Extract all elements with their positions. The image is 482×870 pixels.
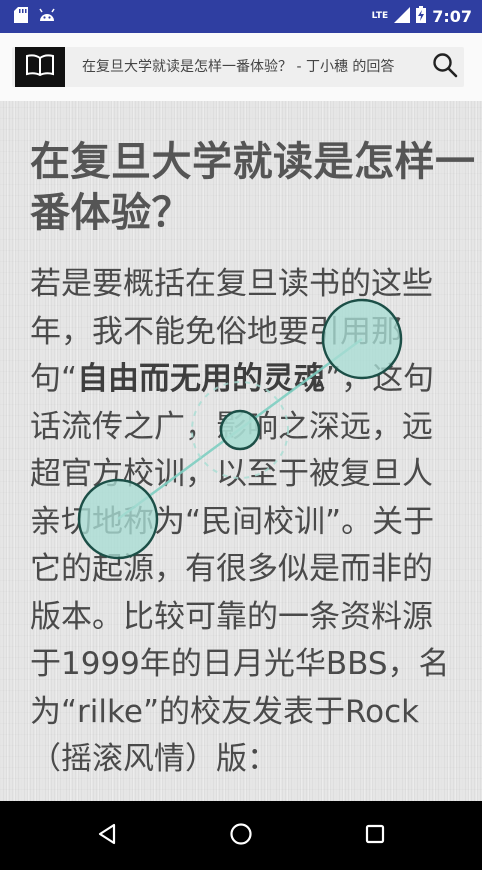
article-content[interactable]: 在复旦大学就读是怎样一番体验？ 若是要概括在复旦读书的这些年，我不能免俗地要引用… (0, 101, 482, 801)
status-bar: LTE 7:07 (0, 0, 482, 33)
signal-icon (394, 6, 411, 27)
device-screen: LTE 7:07 在复旦大学就读是怎样一番体验？ - 丁小穗 的回答 在复旦大学… (0, 0, 482, 870)
article-title: 在复旦大学就读是怎样一番体验？ (30, 139, 476, 236)
battery-charging-icon (416, 6, 427, 27)
toolbar-title: 在复旦大学就读是怎样一番体验？ - 丁小穗 的回答 (82, 59, 395, 75)
book-button[interactable] (15, 47, 65, 87)
network-type: LTE (371, 11, 389, 21)
home-button[interactable] (221, 816, 261, 856)
status-left-icons (0, 6, 56, 27)
back-button[interactable] (87, 816, 127, 856)
back-icon (97, 823, 117, 849)
android-icon (38, 7, 56, 27)
recents-icon (365, 824, 385, 848)
article-body: 若是要概括在复旦读书的这些年，我不能免俗地要引用那句“自由而无用的灵魂”，这句话… (30, 261, 450, 784)
status-time: 7:07 (432, 7, 472, 26)
navigation-bar (0, 801, 482, 870)
toolbar-bar: 在复旦大学就读是怎样一番体验？ - 丁小穗 的回答 (12, 47, 464, 87)
article-body-text-cont: ”，这句话流传之广，影响之深远，远超官方校训，以至于被复旦人亲切地称为“民间校训… (30, 361, 450, 777)
sd-card-icon (14, 6, 28, 27)
app-toolbar: 在复旦大学就读是怎样一番体验？ - 丁小穗 的回答 (0, 33, 482, 101)
article-quote-bold: 自由而无用的灵魂 (77, 361, 326, 397)
book-icon (26, 54, 54, 80)
search-button[interactable] (430, 52, 460, 82)
search-icon (432, 52, 458, 82)
status-right-icons: LTE 7:07 (372, 6, 482, 27)
recents-button[interactable] (355, 816, 395, 856)
home-icon (229, 822, 253, 850)
